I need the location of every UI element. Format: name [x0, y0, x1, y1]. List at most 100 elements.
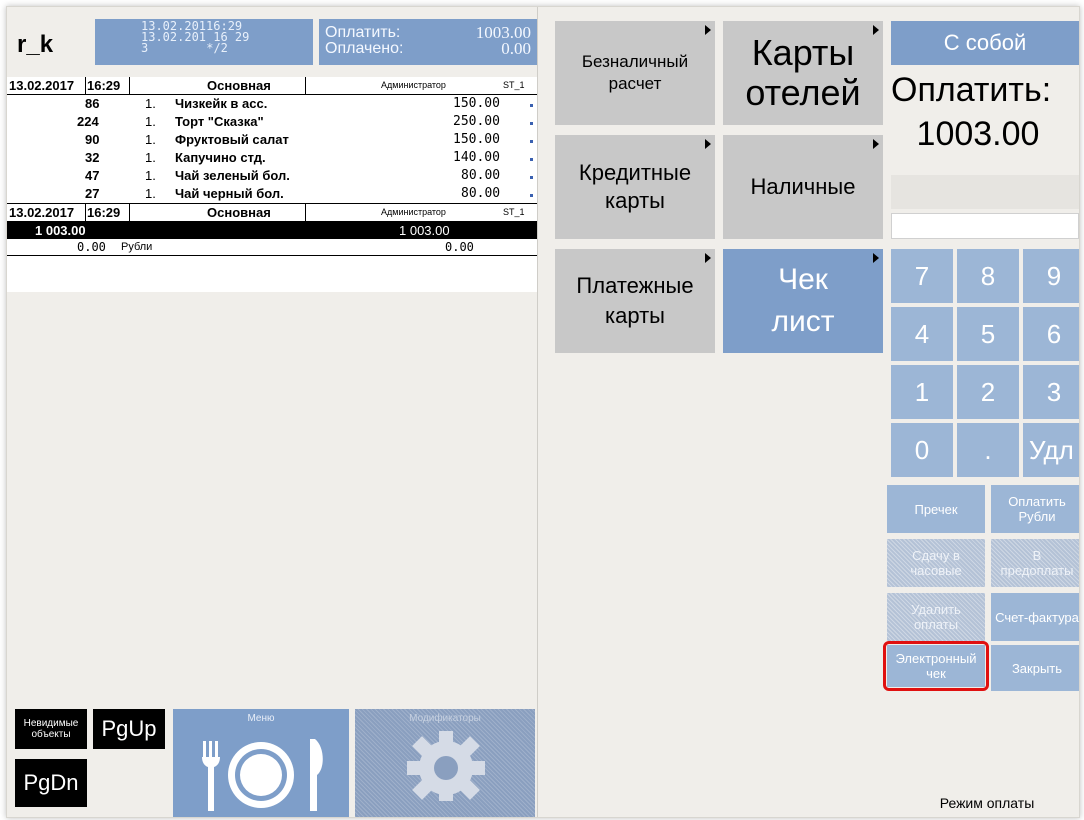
key-2[interactable]: 2 — [957, 365, 1019, 419]
item-marker-icon — [530, 140, 533, 143]
order-info-line3: 3 */2 — [141, 41, 313, 55]
item-name: Торт "Сказка" — [175, 114, 264, 129]
info-field — [891, 175, 1079, 209]
item-price: 250.00 — [453, 114, 500, 129]
item-name: Чай зеленый бол. — [175, 168, 290, 183]
receipt-item[interactable]: 47 1. Чай зеленый бол. 80.00 — [7, 167, 537, 185]
amount-input[interactable] — [891, 213, 1079, 239]
receipt-total-row[interactable]: 1 003.00 1 003.00 — [7, 222, 537, 239]
item-qty: 1. — [145, 186, 156, 201]
item-name: Капучино стд. — [175, 150, 266, 165]
payment-cards-label: Платежные карты — [576, 273, 694, 328]
key-1[interactable]: 1 — [891, 365, 953, 419]
item-name: Чай черный бол. — [175, 186, 284, 201]
payment-summary-box: Оплатить: 1003.00 Оплачено: 0.00 — [319, 19, 537, 65]
precheck-button[interactable]: Пречек — [887, 485, 985, 533]
table-number: 3 — [141, 41, 149, 55]
item-name: Фруктовый салат — [175, 132, 289, 147]
key-0[interactable]: 0 — [891, 423, 953, 477]
receipt-item[interactable]: 27 1. Чай черный бол. 80.00 — [7, 185, 537, 203]
item-code: 224 — [77, 114, 99, 129]
key-8[interactable]: 8 — [957, 249, 1019, 303]
key-3[interactable]: 3 — [1023, 365, 1079, 419]
paid-currency: Рубли — [121, 241, 153, 253]
submenu-arrow-icon — [873, 139, 879, 149]
item-qty: 1. — [145, 168, 156, 183]
total-right: 1 003.00 — [399, 223, 450, 238]
credit-cards-button[interactable]: Кредитные карты — [555, 135, 715, 239]
invisible-objects-button[interactable]: Невидимые объекты — [15, 709, 87, 749]
receipt-item[interactable]: 90 1. Фруктовый салат 150.00 — [7, 131, 537, 149]
item-marker-icon — [530, 158, 533, 161]
pgup-button[interactable]: PgUp — [93, 709, 165, 749]
payment-mode-label: Режим оплаты — [939, 795, 1035, 811]
check-list-label: Чек лист — [771, 263, 835, 338]
check-list-button[interactable]: Чек лист — [723, 249, 883, 353]
cash-label: Наличные — [750, 174, 856, 199]
close-button[interactable]: Закрыть — [991, 645, 1079, 691]
item-marker-icon — [530, 122, 533, 125]
e-receipt-button[interactable]: Электронный чек — [887, 645, 985, 687]
receipt-paid-row[interactable]: 0.00 Рубли 0.00 — [7, 239, 537, 256]
modifiers-tile[interactable]: Модификаторы — [355, 709, 535, 817]
total-left: 1 003.00 — [35, 223, 86, 238]
invoice-button[interactable]: Счет-фактура — [991, 593, 1079, 641]
receipt-list[interactable]: 13.02.2017 16:29 Основная Администратор … — [7, 77, 537, 292]
receipt-section: Основная — [207, 78, 271, 93]
receipt-item[interactable]: 86 1. Чизкейк в асс. 150.00 — [7, 95, 537, 113]
order-panel: r_k 13.02.20116:29 13.02.201 16 29 3 */2… — [7, 7, 538, 817]
payment-cards-button[interactable]: Платежные карты — [555, 249, 715, 353]
footer-user: Администратор — [381, 207, 446, 217]
footer-time: 16:29 — [87, 205, 121, 220]
item-marker-icon — [530, 194, 533, 197]
item-code: 27 — [85, 186, 100, 201]
guests-count: */2 — [206, 41, 228, 55]
key-delete[interactable]: Удл — [1023, 423, 1079, 477]
pay-amount-value: 1003.00 — [916, 115, 1040, 153]
submenu-arrow-icon — [873, 253, 879, 263]
pos-window: r_k 13.02.20116:29 13.02.201 16 29 3 */2… — [6, 6, 1080, 818]
receipt-station: ST_1 — [503, 80, 525, 90]
paid-label: Оплачено: — [325, 40, 404, 57]
receipt-footer-header: 13.02.2017 16:29 Основная Администратор … — [7, 203, 537, 222]
item-code: 47 — [85, 168, 100, 183]
prepayment-button: В предоплаты — [991, 539, 1079, 587]
key-6[interactable]: 6 — [1023, 307, 1079, 361]
paid-left: 0.00 — [77, 240, 106, 254]
key-4[interactable]: 4 — [891, 307, 953, 361]
gear-icon — [407, 731, 485, 801]
item-qty: 1. — [145, 150, 156, 165]
hotel-cards-label: Карты отелей — [745, 32, 861, 113]
credit-cards-label: Кредитные карты — [578, 160, 692, 213]
hotel-cards-button[interactable]: Карты отелей — [723, 21, 883, 125]
pgdn-button[interactable]: PgDn — [15, 759, 87, 807]
cash-button[interactable]: Наличные — [723, 135, 883, 239]
item-price: 140.00 — [453, 150, 500, 165]
submenu-arrow-icon — [705, 139, 711, 149]
receipt-item[interactable]: 224 1. Торт "Сказка" 250.00 — [7, 113, 537, 131]
change-to-hours-button: Сдачу в часовые — [887, 539, 985, 587]
footer-date: 13.02.2017 — [9, 205, 75, 220]
receipt-item[interactable]: 32 1. Капучино стд. 140.00 — [7, 149, 537, 167]
item-price: 80.00 — [461, 168, 501, 183]
item-marker-icon — [530, 176, 533, 179]
paid-right: 0.00 — [445, 240, 474, 254]
paid-value: 0.00 — [501, 39, 531, 58]
item-price: 80.00 — [461, 186, 501, 201]
pay-label: Оплатить: — [325, 24, 401, 41]
pay-rubles-button[interactable]: Оплатить Рубли — [991, 485, 1079, 533]
cashless-payment-button[interactable]: Безналичный расчет — [555, 21, 715, 125]
key-7[interactable]: 7 — [891, 249, 953, 303]
takeaway-button[interactable]: С собой — [891, 21, 1079, 65]
item-code: 32 — [85, 150, 100, 165]
delete-payments-button: Удалить оплаты — [887, 593, 985, 641]
item-price: 150.00 — [453, 96, 500, 111]
receipt-header: 13.02.2017 16:29 Основная Администратор … — [7, 77, 537, 95]
item-price: 150.00 — [453, 132, 500, 147]
item-qty: 1. — [145, 96, 156, 111]
key-dot[interactable]: . — [957, 423, 1019, 477]
key-9[interactable]: 9 — [1023, 249, 1079, 303]
menu-tile[interactable]: Меню — [173, 709, 349, 817]
submenu-arrow-icon — [873, 25, 879, 35]
key-5[interactable]: 5 — [957, 307, 1019, 361]
